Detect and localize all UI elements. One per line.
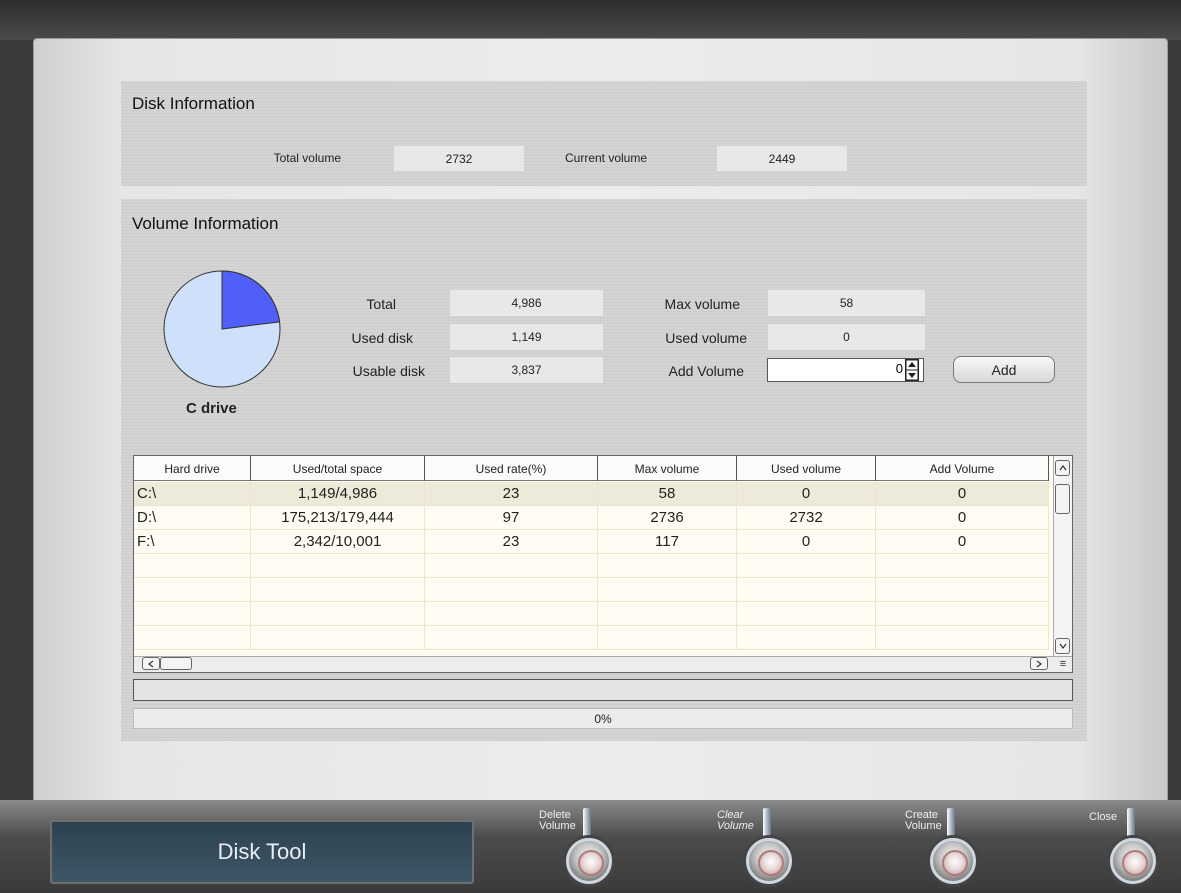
table-row[interactable]: F:\ 2,342/10,001 23 117 0 0 (134, 530, 1049, 554)
cell-used-rate: 97 (425, 506, 598, 530)
cell-add-volume: 0 (876, 482, 1049, 506)
current-volume-label: Current volume (564, 151, 648, 165)
vertical-scrollbar[interactable] (1053, 456, 1072, 658)
clear-volume-button[interactable] (746, 838, 792, 884)
cell-max-volume: 2736 (598, 506, 737, 530)
top-bar (0, 0, 1181, 40)
table-header: Hard drive Used/total space Used rate(%)… (134, 456, 1049, 481)
delete-volume-button[interactable] (566, 838, 612, 884)
used-disk-label: Used disk (351, 330, 413, 346)
scroll-right-button[interactable] (1030, 657, 1048, 670)
cell-used-total: 175,213/179,444 (251, 506, 425, 530)
cell-add-volume: 0 (876, 530, 1049, 554)
create-volume-label: Create Volume (905, 809, 942, 832)
col-add-volume[interactable]: Add Volume (876, 456, 1049, 481)
volume-info-title: Volume Information (132, 214, 279, 233)
scroll-left-button[interactable] (142, 657, 160, 670)
scroll-up-button[interactable] (1055, 460, 1070, 476)
total-value: 4,986 (450, 290, 603, 316)
table-row-empty (134, 602, 1049, 626)
cell-hard-drive: C:\ (134, 482, 251, 506)
cell-used-volume: 0 (737, 482, 876, 506)
cell-used-total: 2,342/10,001 (251, 530, 425, 554)
chevron-left-icon (148, 660, 154, 667)
pie-used-slice (221, 270, 281, 330)
cell-used-rate: 23 (425, 530, 598, 554)
table-row-empty (134, 578, 1049, 602)
horizontal-scrollbar[interactable]: ≡ (134, 656, 1072, 672)
max-volume-label: Max volume (664, 296, 740, 312)
scroll-down-button[interactable] (1055, 638, 1070, 654)
disk-info-panel: Disk Information Total volume 2732 Curre… (121, 81, 1087, 186)
chevron-up-icon (1059, 465, 1066, 471)
cell-used-volume: 0 (737, 530, 876, 554)
table-row[interactable]: C:\ 1,149/4,986 23 58 0 0 (134, 482, 1049, 506)
usable-disk-label: Usable disk (352, 363, 425, 379)
create-volume-button[interactable] (930, 838, 976, 884)
menu-lines-icon: ≡ (1059, 658, 1067, 670)
total-volume-value: 2732 (394, 146, 524, 171)
close-button[interactable] (1110, 838, 1156, 884)
cell-max-volume: 117 (598, 530, 737, 554)
cell-used-total: 1,149/4,986 (251, 482, 425, 506)
col-hard-drive[interactable]: Hard drive (134, 456, 251, 481)
cell-hard-drive: D:\ (134, 506, 251, 530)
col-used-volume[interactable]: Used volume (737, 456, 876, 481)
disk-info-title: Disk Information (132, 94, 255, 113)
delete-volume-label: Delete Volume (539, 809, 576, 832)
chevron-right-icon (1036, 660, 1042, 667)
cell-used-rate: 23 (425, 482, 598, 506)
clear-volume-label: Clear Volume (717, 809, 754, 832)
hscroll-thumb[interactable] (160, 657, 192, 670)
add-volume-input[interactable]: 0 (767, 358, 924, 382)
col-max-volume[interactable]: Max volume (598, 456, 737, 481)
add-volume-label: Add Volume (668, 363, 745, 379)
app-title: Disk Tool (50, 820, 474, 884)
usable-disk-value: 3,837 (450, 357, 603, 383)
drive-label: C drive (186, 400, 237, 417)
used-volume-label: Used volume (665, 330, 747, 346)
chevron-down-icon (1059, 643, 1066, 649)
volume-table: Hard drive Used/total space Used rate(%)… (133, 455, 1073, 673)
close-label: Close (1089, 811, 1118, 823)
used-volume-value: 0 (768, 324, 925, 350)
table-row-empty (134, 554, 1049, 578)
col-used-total-space[interactable]: Used/total space (251, 456, 425, 481)
total-volume-label: Total volume (273, 151, 341, 165)
status-bar (133, 679, 1073, 701)
progress-bar: 0% (133, 708, 1073, 729)
table-row-empty (134, 626, 1049, 650)
col-used-rate[interactable]: Used rate(%) (425, 456, 598, 481)
add-volume-spinner[interactable] (905, 359, 919, 381)
cell-max-volume: 58 (598, 482, 737, 506)
drive-usage-pie (160, 267, 284, 391)
used-disk-value: 1,149 (450, 324, 603, 350)
cell-add-volume: 0 (876, 506, 1049, 530)
current-volume-value: 2449 (717, 146, 847, 171)
table-row[interactable]: D:\ 175,213/179,444 97 2736 2732 0 (134, 506, 1049, 530)
scroll-thumb[interactable] (1055, 484, 1070, 514)
cell-hard-drive: F:\ (134, 530, 251, 554)
add-button[interactable]: Add (953, 356, 1055, 383)
total-label: Total (366, 296, 396, 312)
max-volume-value: 58 (768, 290, 925, 316)
cell-used-volume: 2732 (737, 506, 876, 530)
